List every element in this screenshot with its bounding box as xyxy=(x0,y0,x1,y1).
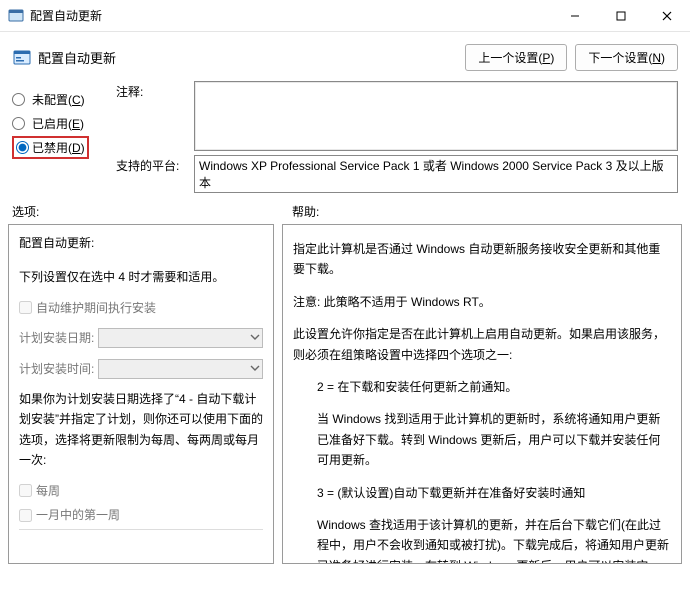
chk-maintenance[interactable] xyxy=(19,301,32,314)
radio-enabled[interactable] xyxy=(12,117,25,130)
chk-first-week-label: 一月中的第一周 xyxy=(36,505,120,525)
help-label: 帮助: xyxy=(292,203,319,220)
header: 配置自动更新 上一个设置(P) 下一个设置(N) xyxy=(0,32,690,77)
close-button[interactable] xyxy=(644,0,690,32)
policy-icon xyxy=(12,48,32,68)
comment-textarea[interactable] xyxy=(194,81,678,151)
help-p5: 当 Windows 找到适用于此计算机的更新时，系统将通知用户更新已准备好下载。… xyxy=(293,409,671,470)
state-radios: 未配置(C) 已启用(E) 已禁用(D) xyxy=(12,81,104,193)
help-p3: 此设置允许你指定是否在此计算机上启用自动更新。如果启用该服务，则必须在组策略设置… xyxy=(293,324,671,365)
radio-disabled-label: 已禁用(D) xyxy=(32,139,85,156)
prev-setting-button[interactable]: 上一个设置(P) xyxy=(465,44,567,71)
page-title: 配置自动更新 xyxy=(38,48,465,67)
radio-enabled-label: 已启用(E) xyxy=(32,115,84,132)
help-p1: 指定此计算机是否通过 Windows 自动更新服务接收安全更新和其他重要下载。 xyxy=(293,239,671,280)
chevron-down-icon xyxy=(250,328,260,348)
maximize-button[interactable] xyxy=(598,0,644,32)
radio-disabled-highlight: 已禁用(D) xyxy=(12,136,89,159)
options-panel: 配置自动更新: 下列设置仅在选中 4 时才需要和适用。 自动维护期间执行安装 计… xyxy=(8,224,274,564)
chk-first-week[interactable] xyxy=(19,509,32,522)
radio-not-configured[interactable] xyxy=(12,93,25,106)
radio-disabled[interactable] xyxy=(16,141,29,154)
platform-text: Windows XP Professional Service Pack 1 或… xyxy=(194,155,678,193)
install-time-label: 计划安装时间: xyxy=(19,359,94,379)
minimize-button[interactable] xyxy=(552,0,598,32)
help-p2: 注意: 此策略不适用于 Windows RT。 xyxy=(293,292,671,312)
app-icon xyxy=(8,8,24,24)
options-long-note: 如果你为计划安装日期选择了“4 - 自动下载计划安装”并指定了计划，则你还可以使… xyxy=(19,389,263,471)
next-setting-button[interactable]: 下一个设置(N) xyxy=(575,44,678,71)
help-p4: 2 = 在下载和安装任何更新之前通知。 xyxy=(293,377,671,397)
install-time-combo[interactable] xyxy=(98,359,263,379)
divider xyxy=(19,529,263,530)
options-section-title: 配置自动更新: xyxy=(19,233,263,253)
chevron-down-icon xyxy=(250,359,260,379)
platform-label: 支持的平台: xyxy=(116,155,188,193)
window-title: 配置自动更新 xyxy=(30,7,552,24)
options-note: 下列设置仅在选中 4 时才需要和适用。 xyxy=(19,267,263,287)
chk-weekly[interactable] xyxy=(19,484,32,497)
install-date-combo[interactable] xyxy=(98,328,263,348)
radio-not-configured-label: 未配置(C) xyxy=(32,91,85,108)
install-date-label: 计划安装日期: xyxy=(19,328,94,348)
titlebar: 配置自动更新 xyxy=(0,0,690,32)
chk-maintenance-label: 自动维护期间执行安装 xyxy=(36,298,156,318)
help-p7: Windows 查找适用于该计算机的更新，并在后台下载它们(在此过程中，用户不会… xyxy=(293,515,671,564)
comment-label: 注释: xyxy=(116,81,188,151)
help-p6: 3 = (默认设置)自动下载更新并在准备好安装时通知 xyxy=(293,483,671,503)
chk-weekly-label: 每周 xyxy=(36,481,60,501)
options-label: 选项: xyxy=(12,203,292,220)
help-panel: 指定此计算机是否通过 Windows 自动更新服务接收安全更新和其他重要下载。 … xyxy=(282,224,682,564)
